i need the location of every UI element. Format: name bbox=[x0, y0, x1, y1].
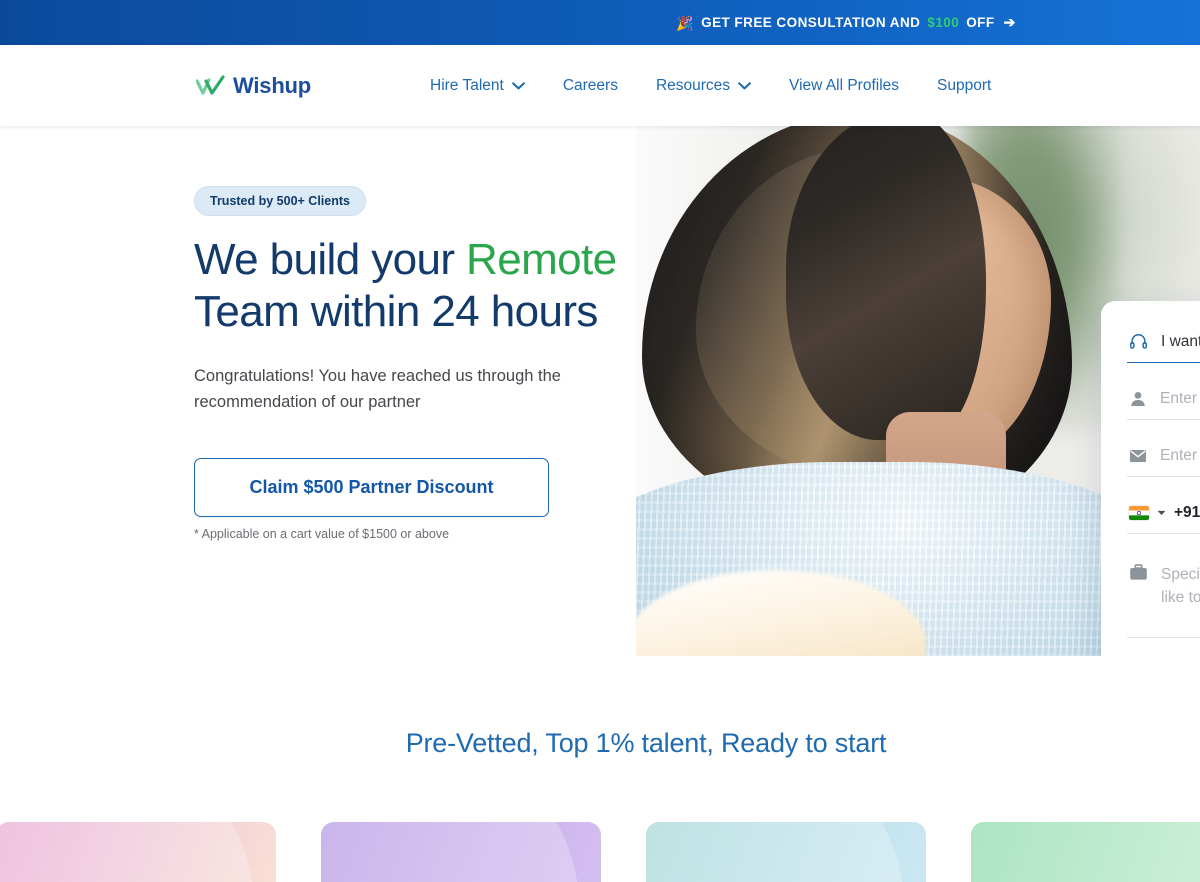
talent-card-swirl bbox=[321, 822, 579, 882]
nav-label-hire-talent: Hire Talent bbox=[430, 76, 504, 94]
form-row-requirement[interactable]: Speci like to bbox=[1127, 552, 1200, 638]
arrow-right-icon: ➔ bbox=[1003, 14, 1016, 30]
hero-title-highlight: Remote bbox=[466, 235, 617, 284]
talent-card-2[interactable] bbox=[321, 822, 601, 882]
requirement-placeholder-line1: Speci bbox=[1161, 566, 1200, 583]
nav-item-careers[interactable]: Careers bbox=[563, 77, 618, 95]
party-popper-icon: 🎉 bbox=[676, 14, 695, 31]
page-title: We build your Remote Team within 24 hour… bbox=[194, 234, 674, 338]
claim-partner-discount-button[interactable]: Claim $500 Partner Discount bbox=[194, 458, 549, 518]
hero-copy: Trusted by 500+ Clients We build your Re… bbox=[194, 186, 674, 541]
site-header: Wishup Hire Talent Careers Resources Vie… bbox=[0, 45, 1200, 126]
lead-capture-form: I want t Enter y Enter y bbox=[1101, 301, 1200, 656]
nav-label-resources: Resources bbox=[655, 76, 731, 94]
wishup-logo-text: Wishup bbox=[233, 72, 312, 98]
headset-icon bbox=[1129, 334, 1148, 349]
form-row-phone[interactable]: +91 bbox=[1127, 495, 1200, 534]
chevron-down-icon bbox=[511, 81, 525, 89]
nav-label-careers: Careers bbox=[562, 76, 618, 94]
nav-label-view-all-profiles: View All Profiles bbox=[789, 76, 900, 94]
hero-title-line2: Team within 24 hours bbox=[194, 286, 598, 336]
hero-person-hair-front bbox=[786, 126, 986, 440]
name-input-placeholder: Enter y bbox=[1160, 390, 1200, 407]
talent-card-swirl bbox=[971, 822, 1200, 882]
form-row-email[interactable]: Enter y bbox=[1127, 438, 1200, 477]
hero-section: Trusted by 500+ Clients We build your Re… bbox=[0, 126, 1200, 656]
promo-amount: $100 bbox=[927, 15, 960, 30]
main-navigation: Hire Talent Careers Resources View All P… bbox=[430, 77, 991, 95]
interest-select-value: I want t bbox=[1161, 332, 1200, 350]
form-row-name[interactable]: Enter y bbox=[1127, 381, 1200, 420]
talent-card-4[interactable] bbox=[971, 822, 1200, 882]
form-row-interest[interactable]: I want t bbox=[1127, 323, 1200, 363]
talent-card-swirl bbox=[0, 822, 254, 882]
email-input-placeholder: Enter y bbox=[1160, 447, 1200, 464]
talent-card-3[interactable] bbox=[646, 822, 926, 882]
talent-card-1[interactable] bbox=[0, 822, 276, 882]
hero-subtitle: Congratulations! You have reached us thr… bbox=[194, 366, 561, 411]
envelope-icon bbox=[1129, 449, 1147, 463]
wishup-logomark-icon bbox=[196, 74, 225, 95]
country-code-value: +91 bbox=[1174, 504, 1200, 521]
talent-section: Pre-Vetted, Top 1% talent, Ready to star… bbox=[0, 656, 1200, 882]
person-icon bbox=[1131, 392, 1145, 407]
cta-disclaimer: * Applicable on a cart value of $1500 or… bbox=[194, 527, 450, 542]
india-flag-icon bbox=[1129, 506, 1149, 520]
briefcase-icon bbox=[1130, 564, 1147, 580]
talent-card-list bbox=[0, 822, 1200, 882]
nav-label-support: Support bbox=[937, 76, 992, 94]
nav-item-hire-talent[interactable]: Hire Talent bbox=[430, 77, 525, 95]
trust-badge: Trusted by 500+ Clients bbox=[194, 186, 366, 216]
country-code-caret-icon bbox=[1157, 510, 1166, 515]
talent-card-swirl bbox=[646, 822, 904, 882]
wishup-logo[interactable]: Wishup bbox=[196, 73, 311, 99]
nav-item-view-all-profiles[interactable]: View All Profiles bbox=[789, 77, 899, 95]
promo-banner[interactable]: 🎉 GET FREE CONSULTATION AND $100 OFF ➔ bbox=[0, 0, 1200, 45]
nav-item-resources[interactable]: Resources bbox=[656, 77, 751, 95]
requirement-placeholder-line2: like to bbox=[1161, 589, 1200, 607]
promo-banner-content[interactable]: 🎉 GET FREE CONSULTATION AND $100 OFF ➔ bbox=[676, 14, 1016, 31]
talent-section-heading: Pre-Vetted, Top 1% talent, Ready to star… bbox=[405, 728, 887, 758]
promo-text-before: GET FREE CONSULTATION AND bbox=[701, 15, 921, 30]
nav-item-support[interactable]: Support bbox=[937, 77, 991, 95]
chevron-down-icon bbox=[738, 81, 751, 89]
hero-title-line1-prefix: We build your bbox=[194, 235, 467, 284]
requirement-placeholder: Speci like to bbox=[1161, 563, 1200, 610]
promo-text-after: OFF bbox=[966, 15, 995, 30]
